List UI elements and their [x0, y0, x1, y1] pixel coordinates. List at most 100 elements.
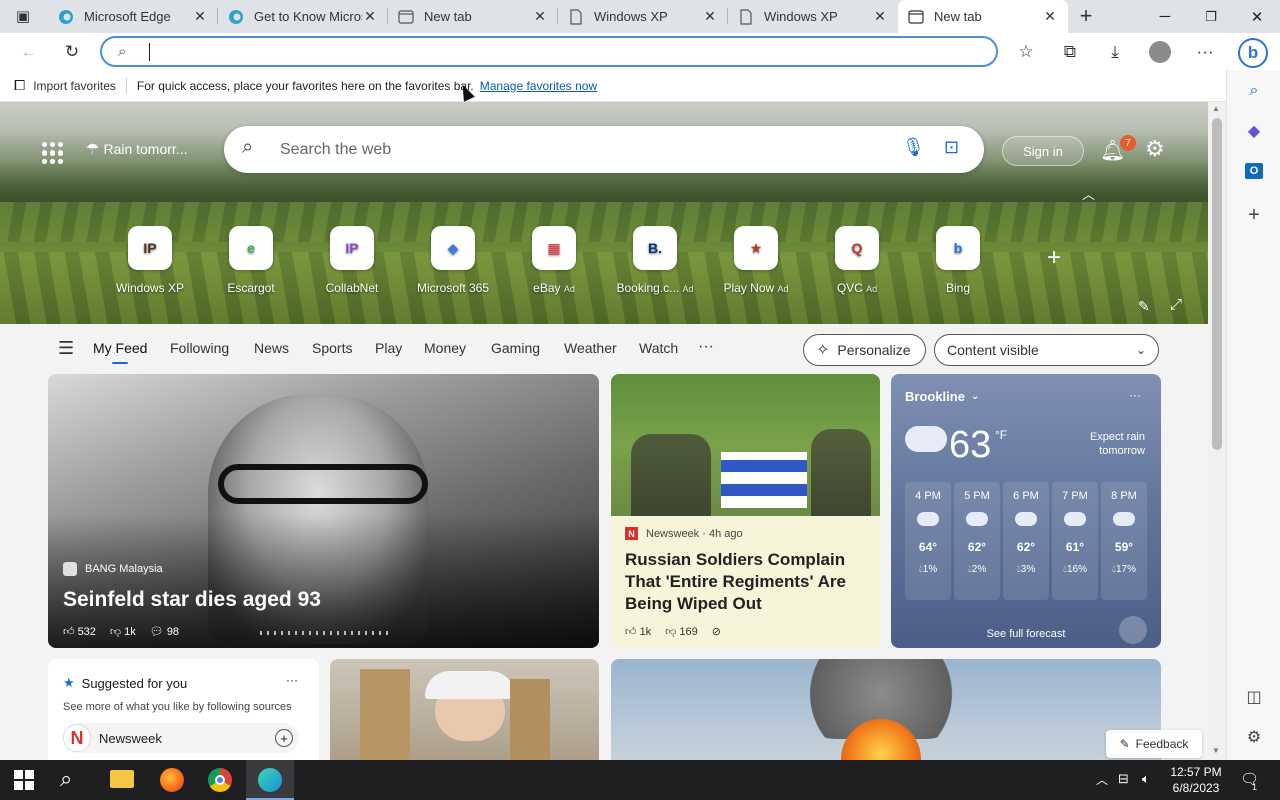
product-photo-card[interactable] — [330, 659, 599, 760]
edge-taskbar-button[interactable] — [246, 760, 294, 800]
visual-search-icon[interactable]: ⊡ — [944, 137, 959, 158]
feed-tab-watch[interactable]: Watch — [639, 340, 678, 356]
tray-chevron-icon[interactable]: ︿ — [1096, 771, 1108, 788]
tab-6-active[interactable]: New tab ✕ — [898, 0, 1068, 33]
bing-copilot-icon[interactable]: b — [1237, 37, 1269, 69]
dislike-button[interactable]: 👎︎ 1k — [110, 625, 136, 638]
menu-hamburger-icon[interactable]: ☰ — [58, 338, 74, 359]
minimize-icon[interactable]: ─ — [1142, 0, 1188, 33]
outlook-icon[interactable]: O — [1241, 158, 1267, 184]
search-icon[interactable]: ⌕ — [1241, 78, 1267, 104]
restore-icon[interactable]: ❐ — [1188, 0, 1234, 33]
quicklink-3[interactable]: IP CollabNet — [307, 226, 397, 295]
hourly-forecast-4[interactable]: 7 PM 61° 💧︎16% — [1052, 482, 1098, 600]
feed-tab-play[interactable]: Play — [375, 340, 402, 356]
close-tab-icon[interactable]: ✕ — [872, 8, 888, 25]
suggested-source-row[interactable]: N Newsweek + — [63, 723, 299, 753]
scroll-down-icon[interactable]: ▼ — [1212, 746, 1220, 755]
sign-in-button[interactable]: Sign in — [1002, 136, 1084, 166]
follow-plus-icon[interactable]: + — [275, 729, 293, 747]
hourly-forecast-3[interactable]: 6 PM 62° 💧︎3% — [1003, 482, 1049, 600]
feed-tab-following[interactable]: Following — [170, 340, 229, 356]
tab-4[interactable]: Windows XP ✕ — [558, 0, 728, 33]
collections-icon[interactable]: ⧉ — [1057, 39, 1083, 65]
close-tab-icon[interactable]: ✕ — [1042, 8, 1058, 25]
windows-start-icon[interactable] — [14, 770, 34, 790]
close-tab-icon[interactable]: ✕ — [532, 8, 548, 25]
comments-off-icon[interactable]: ⊘ — [712, 625, 721, 638]
news-card-russian-soldiers[interactable]: N Newsweek · 4h ago Russian Soldiers Com… — [611, 374, 880, 648]
quicklink-4[interactable]: ◆ Microsoft 365 — [408, 226, 498, 295]
tab-actions-icon[interactable]: ▣ — [10, 3, 36, 29]
import-favorites[interactable]: Import favorites — [33, 79, 116, 93]
more-options-icon[interactable]: ··· — [1129, 388, 1141, 402]
content-visibility-dropdown[interactable]: Content visible ⌄ — [934, 334, 1159, 366]
apps-launcher-icon[interactable] — [42, 142, 64, 164]
quicklink-1[interactable]: IP Windows XP — [105, 226, 195, 295]
more-menu-icon[interactable]: ··· — [1192, 39, 1218, 65]
hide-sidebar-icon[interactable]: ◫ — [1241, 684, 1267, 710]
dislike-button[interactable]: 👎︎ 169 — [665, 625, 698, 638]
more-nav-icon[interactable]: ··· — [698, 338, 714, 356]
page-scrollbar[interactable]: ▲ ▼ — [1208, 102, 1226, 760]
feed-tab-gaming[interactable]: Gaming — [491, 340, 540, 356]
chrome-icon[interactable] — [208, 768, 232, 792]
close-window-icon[interactable]: ✕ — [1234, 0, 1280, 33]
feed-tab-my-feed[interactable]: My Feed — [93, 340, 147, 356]
like-button[interactable]: 👍︎ 532 — [63, 625, 96, 638]
add-sidebar-app-icon[interactable]: + — [1241, 202, 1267, 228]
quicklink-2[interactable]: e Escargot — [206, 226, 296, 295]
hourly-forecast-2[interactable]: 5 PM 62° 💧︎2% — [954, 482, 1000, 600]
close-tab-icon[interactable]: ✕ — [702, 8, 718, 25]
explosion-photo-card[interactable] — [611, 659, 1161, 760]
tab-5[interactable]: Windows XP ✕ — [728, 0, 898, 33]
comment-button[interactable]: 💬︎ 98 — [150, 625, 179, 638]
feed-tab-money[interactable]: Money — [424, 340, 466, 356]
weather-card[interactable]: Brookline ⌄ ··· 63 °F Expect rain tomorr… — [891, 374, 1161, 648]
quicklink-6[interactable]: B. Booking.c... Ad — [610, 226, 700, 295]
expand-icon[interactable]: ⤢ — [1170, 296, 1182, 313]
firefox-icon[interactable] — [160, 768, 184, 792]
quicklink-9[interactable]: b Bing — [913, 226, 1003, 295]
feed-tab-news[interactable]: News — [254, 340, 289, 356]
microphone-icon[interactable]: 🎙 — [902, 137, 925, 158]
weather-alert[interactable]: Expect rain tomorrow — [1053, 430, 1145, 458]
quicklink-7[interactable]: ★ Play Now Ad — [711, 226, 801, 295]
scroll-up-icon[interactable]: ▲ — [1212, 104, 1220, 113]
quicklink-8[interactable]: Q QVC Ad — [812, 226, 902, 295]
microsoft365-icon[interactable]: ◆ — [1241, 118, 1267, 144]
weather-location[interactable]: Brookline ⌄ — [905, 389, 979, 404]
tab-2[interactable]: Get to Know Microsoft ✕ — [218, 0, 388, 33]
add-quicklink-icon[interactable]: + — [1047, 244, 1061, 272]
volume-icon[interactable]: 🔈︎ — [1142, 771, 1150, 787]
refresh-icon[interactable]: ↻ — [59, 39, 85, 65]
profile-avatar[interactable] — [1147, 39, 1173, 65]
settings-gear-icon[interactable]: ⚙ — [1145, 136, 1165, 162]
feedback-button[interactable]: ✎ Feedback — [1106, 730, 1202, 758]
personalize-button[interactable]: ✧ Personalize — [803, 334, 926, 366]
weather-map-icon[interactable] — [1119, 616, 1147, 644]
new-tab-icon[interactable]: + — [1073, 3, 1099, 29]
edit-background-icon[interactable]: ✎ — [1138, 298, 1150, 315]
collapse-chevron-icon[interactable]: ︿ — [1082, 184, 1095, 203]
tab-1[interactable]: Microsoft Edge ✕ — [48, 0, 218, 33]
hourly-forecast-5[interactable]: 8 PM 59° 💧︎17% — [1101, 482, 1147, 600]
scroll-thumb[interactable] — [1212, 118, 1222, 450]
clock[interactable]: 12:57 PM 6/8/2023 — [1164, 764, 1228, 796]
quicklink-5[interactable]: ▦ eBay Ad — [509, 226, 599, 295]
tab-3[interactable]: New tab ✕ — [388, 0, 558, 33]
more-options-icon[interactable]: ··· — [286, 673, 298, 687]
weather-widget[interactable]: ☂ Rain tomorr... — [86, 140, 187, 158]
file-explorer-icon[interactable] — [110, 770, 134, 788]
back-icon[interactable]: ← — [16, 39, 42, 65]
headline[interactable]: Russian Soldiers Complain That 'Entire R… — [625, 549, 870, 615]
close-tab-icon[interactable]: ✕ — [192, 8, 208, 25]
feed-tab-weather[interactable]: Weather — [564, 340, 617, 356]
temp-unit[interactable]: °F — [995, 428, 1007, 442]
sidebar-settings-icon[interactable]: ⚙ — [1241, 724, 1267, 750]
main-news-card[interactable]: BANG Malaysia Seinfeld star dies aged 93… — [48, 374, 599, 648]
hourly-forecast-1[interactable]: 4 PM 64° 💧︎1% — [905, 482, 951, 600]
like-button[interactable]: 👍︎ 1k — [625, 625, 651, 638]
network-icon[interactable]: ⊟ — [1118, 771, 1129, 787]
carousel-dots[interactable] — [260, 631, 390, 635]
